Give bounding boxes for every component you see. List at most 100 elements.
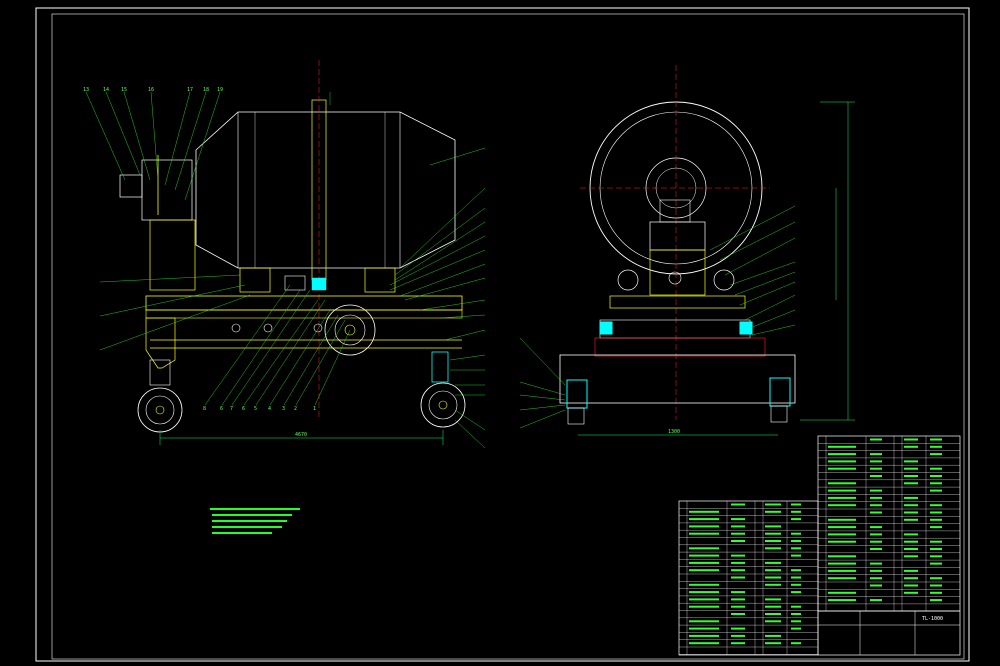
table-entry-mark xyxy=(904,540,918,543)
balloon-17: 17 xyxy=(187,87,193,93)
table-entry-mark xyxy=(828,504,856,507)
table-entry-mark xyxy=(765,547,781,550)
balloon-b7: 2 xyxy=(294,406,297,412)
chassis-frame xyxy=(145,295,463,311)
balloon-14: 14 xyxy=(103,87,109,93)
table-entry-mark xyxy=(791,613,801,615)
table-entry-mark xyxy=(904,584,918,587)
table-entry-mark xyxy=(791,627,801,630)
table-entry-mark xyxy=(870,569,882,572)
table-entry-mark xyxy=(731,613,745,615)
table-entry-mark xyxy=(791,547,801,550)
balloon-19: 19 xyxy=(217,87,223,93)
table-entry-mark xyxy=(828,533,856,536)
table-entry-mark xyxy=(791,554,801,557)
table-entry-mark xyxy=(731,532,745,535)
table-entry-mark xyxy=(870,467,882,470)
table-entry-mark xyxy=(870,562,882,565)
table-entry-mark xyxy=(904,496,918,499)
table-entry-mark xyxy=(689,518,719,521)
table-entry-mark xyxy=(765,642,781,645)
balloon-b3: 6 xyxy=(242,406,245,412)
table-entry-mark xyxy=(930,591,942,594)
table-entry-mark xyxy=(731,503,745,506)
table-entry-mark xyxy=(689,525,719,528)
table-entry-mark xyxy=(731,540,745,542)
table-entry-mark xyxy=(765,510,781,513)
table-entry-mark xyxy=(828,555,856,558)
table-entry-mark xyxy=(930,489,942,492)
table-entry-mark xyxy=(765,569,781,572)
table-entry-mark xyxy=(689,554,719,557)
table-entry-mark xyxy=(731,605,745,608)
table-entry-mark xyxy=(689,598,719,601)
balloon-16: 16 xyxy=(148,87,154,93)
top-balloons: 13 14 15 16 17 18 19 xyxy=(83,87,223,201)
front-wheel-left xyxy=(566,379,588,409)
table-entry-mark xyxy=(930,548,942,550)
table-entry-mark xyxy=(828,599,856,602)
table-entry-mark xyxy=(765,605,781,608)
table-entry-mark xyxy=(828,445,856,448)
table-entry-mark xyxy=(765,583,781,586)
table-entry-mark xyxy=(731,627,745,630)
side-wheel-right xyxy=(420,351,466,428)
table-entry-mark xyxy=(828,562,856,565)
table-entry-mark xyxy=(870,496,882,499)
table-entry-mark xyxy=(791,642,801,645)
table-entry-mark xyxy=(930,511,942,514)
table-entry-mark xyxy=(765,525,781,528)
table-entry-mark xyxy=(689,627,719,630)
table-entry-mark xyxy=(828,482,856,485)
table-entry-mark xyxy=(904,569,918,572)
balloon-18: 18 xyxy=(203,87,209,93)
table-entry-mark xyxy=(791,591,801,594)
balloon-b1: 6 xyxy=(220,406,223,412)
table-entry-mark xyxy=(828,518,856,521)
table-entry-mark xyxy=(828,460,856,463)
table-entry-mark xyxy=(791,503,801,506)
table-entry-mark xyxy=(689,561,719,564)
table-entry-mark xyxy=(904,504,918,507)
table-entry-mark xyxy=(731,569,745,572)
table-entry-mark xyxy=(930,438,942,441)
side-length-dim: 4670 xyxy=(295,432,307,438)
table-entry-mark xyxy=(904,548,918,550)
cad-drawing: 4670 13 14 15 16 17 18 19 8 6 7 6 5 4 3 … xyxy=(35,7,970,662)
table-entry-mark xyxy=(828,577,856,580)
front-view: 1300 xyxy=(519,65,855,436)
balloon-b5: 4 xyxy=(268,406,271,412)
mixer-drum xyxy=(195,111,456,269)
table-entry-mark xyxy=(930,467,942,470)
table-entry-mark xyxy=(731,554,745,557)
table-entry-mark xyxy=(870,511,882,514)
balloon-b8: 1 xyxy=(313,406,316,412)
table-entry-mark xyxy=(765,532,781,535)
motor xyxy=(119,174,143,198)
table-entry-mark xyxy=(930,555,942,558)
table-entry-mark xyxy=(828,453,856,456)
table-entry-mark xyxy=(765,634,781,637)
table-entry-mark xyxy=(731,598,745,601)
table-entry-mark xyxy=(870,540,882,543)
table-entry-mark xyxy=(930,540,942,543)
table-entry-mark xyxy=(731,634,745,637)
table-entry-mark xyxy=(765,613,781,615)
table-entry-mark xyxy=(689,634,719,637)
table-entry-mark xyxy=(791,576,801,579)
balloon-b4: 5 xyxy=(254,406,257,412)
table-entry-mark xyxy=(870,548,882,550)
table-entry-mark xyxy=(689,591,719,594)
table-entry-mark xyxy=(731,561,745,564)
table-entry-mark xyxy=(870,489,882,492)
table-entry-mark xyxy=(870,475,882,477)
table-entry-mark xyxy=(904,475,918,477)
table-entry-mark xyxy=(791,583,801,586)
table-entry-mark xyxy=(930,562,942,565)
table-entry-mark xyxy=(765,576,781,579)
balloon-15: 15 xyxy=(121,87,127,93)
table-entry-mark xyxy=(791,605,801,608)
table-entry-mark xyxy=(828,526,856,529)
table-entry-mark xyxy=(870,504,882,507)
table-entry-mark xyxy=(689,620,719,623)
